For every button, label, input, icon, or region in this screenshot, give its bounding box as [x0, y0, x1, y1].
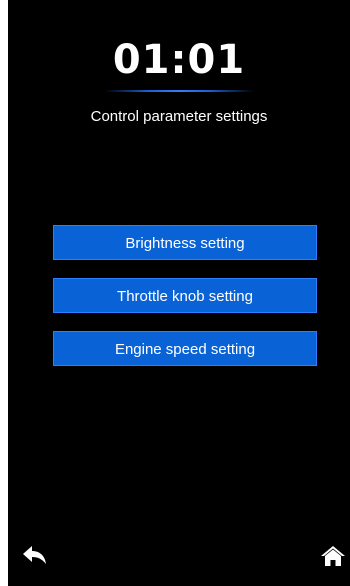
throttle-knob-setting-button[interactable]: Throttle knob setting [53, 278, 317, 313]
clock-time: 01:01 [112, 37, 246, 83]
clock-underline [104, 90, 254, 92]
brightness-setting-button[interactable]: Brightness setting [53, 225, 317, 260]
back-arrow-icon[interactable] [22, 544, 48, 566]
home-icon[interactable] [320, 545, 346, 567]
device-screen: 01:01 Control parameter settings Brightn… [8, 0, 350, 586]
engine-speed-setting-button[interactable]: Engine speed setting [53, 331, 317, 366]
page-title: Control parameter settings [90, 108, 268, 125]
